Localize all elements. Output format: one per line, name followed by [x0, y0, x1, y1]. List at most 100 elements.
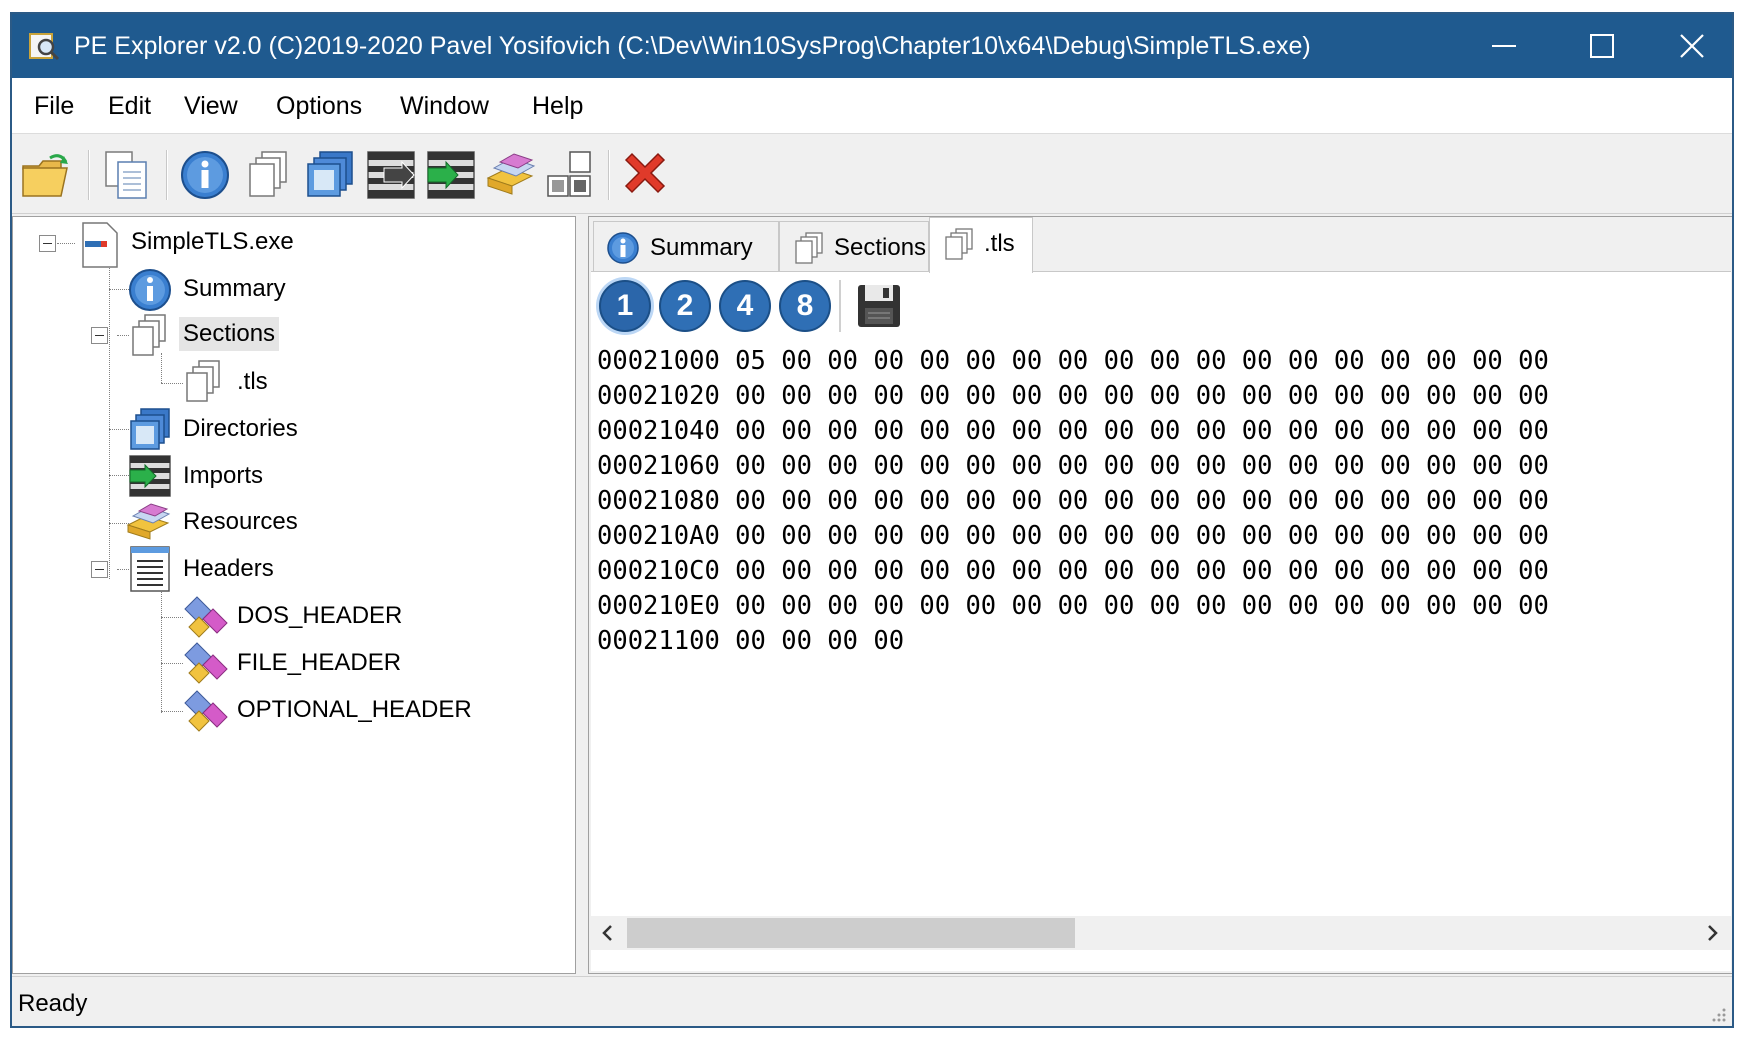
tree-expander-sections[interactable]	[91, 327, 108, 344]
section-icon	[186, 360, 220, 402]
tree-line	[161, 663, 183, 664]
tree-line	[161, 383, 183, 384]
header-struct-icon	[184, 596, 228, 638]
close-file-button[interactable]	[618, 148, 672, 202]
header-struct-icon	[184, 690, 228, 732]
tree-view[interactable]: SimpleTLS.exe Summary Sections .tls Dire…	[12, 216, 576, 974]
tree-item-tls[interactable]: .tls	[237, 367, 268, 397]
resources-button[interactable]	[484, 148, 538, 202]
hex-rows: 00021000 05 00 00 00 00 00 00 00 00 00 0…	[597, 344, 1727, 944]
byte-size-2-button[interactable]: 2	[659, 280, 711, 332]
tree-item-headers[interactable]: Headers	[183, 554, 274, 584]
exports-button[interactable]	[364, 148, 418, 202]
tree-item-dos-header[interactable]: DOS_HEADER	[237, 601, 402, 631]
tree-line	[109, 475, 129, 476]
info-icon	[129, 269, 171, 311]
horizontal-scrollbar[interactable]	[591, 916, 1731, 950]
tree-item-root[interactable]: SimpleTLS.exe	[131, 227, 294, 257]
sections-button[interactable]	[242, 148, 296, 202]
tree-item-imports[interactable]: Imports	[183, 461, 263, 491]
hex-row: 00021040 00 00 00 00 00 00 00 00 00 00 0…	[597, 416, 1549, 446]
tab-tls-label: .tls	[984, 230, 1015, 257]
hex-row: 00021080 00 00 00 00 00 00 00 00 00 00 0…	[597, 486, 1549, 516]
resources-icon	[486, 153, 536, 195]
imports-button[interactable]	[424, 148, 478, 202]
copy-button[interactable]	[100, 148, 154, 202]
save-icon[interactable]	[855, 282, 903, 330]
tree-line	[161, 711, 183, 712]
scrollbar-thumb[interactable]	[627, 918, 1075, 948]
app-magnifier-icon	[29, 33, 60, 61]
tree-item-sections[interactable]: Sections	[179, 317, 280, 351]
hex-row: 00021100 00 00 00 00	[597, 626, 905, 656]
tree-line	[161, 587, 162, 713]
summary-button[interactable]	[178, 148, 232, 202]
menu-file[interactable]: File	[34, 91, 74, 121]
tree-item-optional-header[interactable]: OPTIONAL_HEADER	[237, 695, 472, 725]
copy-icon	[105, 151, 147, 199]
scroll-right-icon[interactable]	[1699, 920, 1725, 946]
headers-icon	[130, 546, 170, 592]
tree-item-directories[interactable]: Directories	[183, 414, 298, 444]
exports-icon	[367, 151, 415, 199]
menu-edit[interactable]: Edit	[108, 91, 151, 121]
directories-button[interactable]	[304, 148, 358, 202]
info-icon	[607, 232, 639, 264]
detail-pane: Summary Sections .tls 1 2 4 8 00021000 0…	[588, 216, 1732, 974]
maximize-button[interactable]	[1554, 14, 1650, 78]
resources-icon	[126, 503, 171, 540]
menu-window[interactable]: Window	[400, 91, 489, 121]
toolbar	[12, 134, 1732, 214]
menu-view[interactable]: View	[184, 91, 238, 121]
hex-row: 000210C0 00 00 00 00 00 00 00 00 00 00 0…	[597, 556, 1549, 586]
sections-icon	[795, 232, 823, 264]
tab-sections[interactable]: Sections	[779, 221, 929, 271]
tree-expander-headers[interactable]	[91, 561, 108, 578]
window-title: PE Explorer v2.0 (C)2019-2020 Pavel Yosi…	[74, 32, 1311, 60]
hex-row: 00021000 05 00 00 00 00 00 00 00 00 00 0…	[597, 346, 1549, 376]
resize-grip-icon[interactable]	[1708, 1004, 1728, 1024]
tab-summary[interactable]: Summary	[593, 221, 779, 271]
scroll-left-icon[interactable]	[595, 920, 621, 946]
sections-icon	[132, 314, 166, 356]
open-folder-icon	[22, 154, 68, 197]
hex-row: 00021060 00 00 00 00 00 00 00 00 00 00 0…	[597, 451, 1549, 481]
exe-file-icon	[82, 222, 118, 268]
tree-expander-root[interactable]	[39, 235, 56, 252]
status-bar: Ready	[12, 976, 1732, 1026]
toolbar-separator	[166, 150, 168, 200]
open-button[interactable]	[20, 148, 74, 202]
info-icon	[181, 151, 229, 199]
byte-size-1-button[interactable]: 1	[599, 280, 651, 332]
hex-row: 000210A0 00 00 00 00 00 00 00 00 00 00 0…	[597, 521, 1549, 551]
directories-icon	[130, 408, 170, 450]
status-text: Ready	[18, 990, 88, 1017]
hex-view[interactable]: 1 2 4 8 00021000 05 00 00 00 00 00 00 00…	[591, 271, 1731, 971]
tab-tls[interactable]: .tls	[929, 217, 1033, 273]
minimize-button[interactable]	[1456, 14, 1552, 78]
byte-size-4-button[interactable]: 4	[719, 280, 771, 332]
minimize-icon	[1492, 45, 1516, 47]
menu-options[interactable]: Options	[276, 91, 362, 121]
menu-help[interactable]: Help	[532, 91, 583, 121]
hex-row: 00021020 00 00 00 00 00 00 00 00 00 00 0…	[597, 381, 1549, 411]
title-bar[interactable]: PE Explorer v2.0 (C)2019-2020 Pavel Yosi…	[12, 14, 1732, 78]
pane-splitter[interactable]	[576, 216, 588, 974]
close-file-icon	[624, 152, 666, 194]
tree-item-summary[interactable]: Summary	[183, 274, 286, 304]
section-icon	[945, 228, 973, 260]
directories-icon	[307, 151, 353, 197]
tree-line	[109, 261, 110, 579]
tree-item-resources[interactable]: Resources	[183, 507, 298, 537]
maximize-icon	[1590, 34, 1614, 58]
close-window-button[interactable]	[1644, 14, 1732, 78]
tree-line	[109, 289, 129, 290]
tree-line	[161, 617, 183, 618]
sections-icon	[249, 151, 287, 197]
tree-item-file-header[interactable]: FILE_HEADER	[237, 648, 401, 678]
headers-button[interactable]	[544, 148, 598, 202]
main-window: PE Explorer v2.0 (C)2019-2020 Pavel Yosi…	[10, 12, 1734, 1028]
toolbar-separator	[608, 150, 610, 200]
byte-size-8-button[interactable]: 8	[779, 280, 831, 332]
toolbar-separator	[839, 280, 841, 332]
